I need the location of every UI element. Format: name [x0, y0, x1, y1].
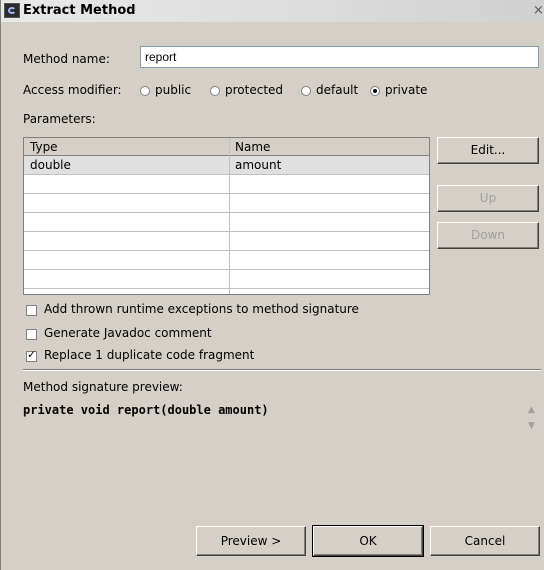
table-row-empty — [24, 175, 429, 194]
cancel-button[interactable]: Cancel — [430, 526, 540, 556]
radio-private[interactable] — [370, 86, 380, 96]
replace-duplicates-label: Replace 1 duplicate code fragment — [44, 348, 255, 362]
extract-method-dialog: Extract Method × Method name: Access mod… — [0, 0, 544, 570]
table-row[interactable]: double amount — [24, 156, 429, 175]
radio-public[interactable] — [140, 86, 150, 96]
preview-label: Method signature preview: — [23, 380, 183, 394]
edit-button[interactable]: Edit... — [437, 137, 539, 164]
method-name-label: Method name: — [23, 52, 110, 66]
column-header-name[interactable]: Name — [235, 140, 270, 154]
method-signature-preview: private void report(double amount) — [23, 403, 269, 417]
up-button[interactable]: Up — [437, 185, 539, 212]
access-modifier-label: Access modifier: — [23, 83, 122, 97]
scroll-down-icon[interactable]: ▼ — [525, 420, 538, 433]
javadoc-label: Generate Javadoc comment — [44, 326, 212, 340]
table-row-empty — [24, 213, 429, 232]
column-divider — [229, 138, 230, 294]
method-name-input[interactable] — [140, 46, 539, 68]
radio-private-label: private — [385, 83, 428, 97]
param-name-cell: amount — [235, 158, 282, 172]
radio-default[interactable] — [301, 86, 311, 96]
scroll-up-icon[interactable]: ▲ — [525, 404, 538, 417]
parameters-table[interactable]: Type Name double amount — [23, 137, 430, 295]
radio-public-label: public — [155, 83, 192, 97]
table-header: Type Name — [24, 138, 429, 156]
column-header-type[interactable]: Type — [30, 140, 58, 154]
param-type-cell: double — [30, 158, 71, 172]
javadoc-checkbox[interactable] — [26, 329, 37, 340]
window-title: Extract Method — [23, 3, 136, 18]
radio-protected[interactable] — [210, 86, 220, 96]
radio-default-label: default — [316, 83, 359, 97]
ok-button[interactable]: OK — [312, 525, 424, 557]
eclipse-icon — [4, 3, 20, 18]
parameters-label: Parameters: — [23, 112, 96, 126]
close-icon[interactable]: × — [533, 3, 544, 18]
add-exceptions-label: Add thrown runtime exceptions to method … — [44, 302, 359, 316]
down-button[interactable]: Down — [437, 222, 539, 249]
table-row-empty — [24, 232, 429, 251]
separator — [23, 369, 541, 371]
preview-button[interactable]: Preview > — [196, 526, 306, 556]
table-row-empty — [24, 251, 429, 270]
add-exceptions-checkbox[interactable] — [26, 305, 37, 316]
table-row-empty — [24, 194, 429, 213]
replace-duplicates-checkbox[interactable] — [26, 348, 37, 362]
title-bar[interactable]: Extract Method × — [1, 0, 544, 22]
radio-protected-label: protected — [225, 83, 284, 97]
table-row-empty — [24, 270, 429, 289]
